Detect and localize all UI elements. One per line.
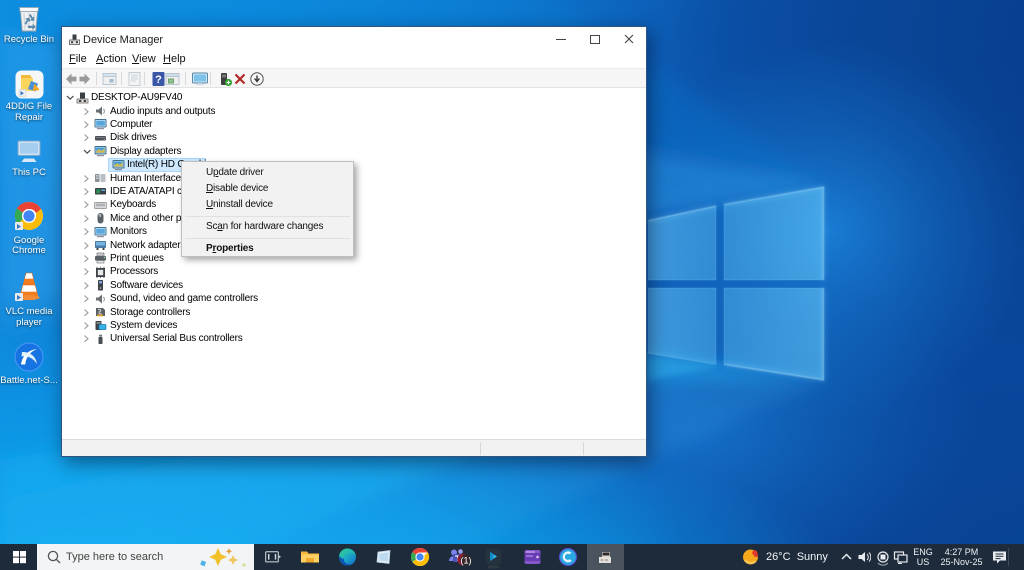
svg-text:?: ? xyxy=(155,74,162,86)
svg-text:(1): (1) xyxy=(461,556,472,566)
